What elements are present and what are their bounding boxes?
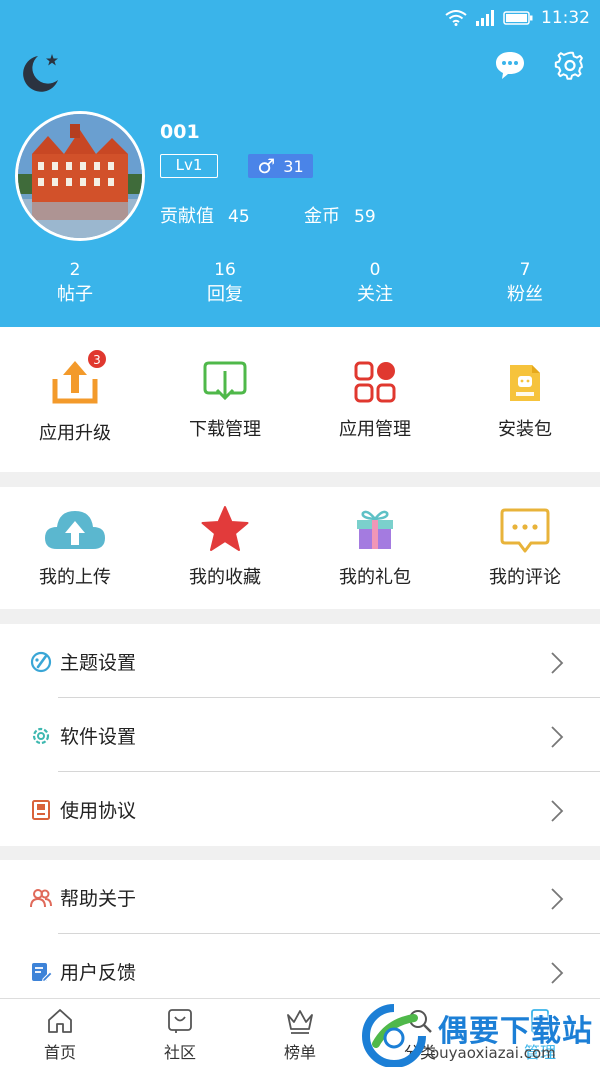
list-item-label: 主题设置 — [60, 651, 137, 674]
grid-label: 应用管理 — [339, 419, 411, 440]
count-following[interactable]: 0 关注 — [300, 258, 450, 308]
star-icon — [200, 505, 250, 553]
count-label: 粉丝 — [507, 284, 543, 305]
status-bar: 11:32 — [445, 6, 590, 30]
grid-label: 我的评论 — [489, 567, 561, 588]
app-grid-icon — [354, 361, 396, 403]
list-item-label: 软件设置 — [60, 725, 137, 748]
gear-small-icon — [32, 727, 50, 745]
agreement-icon — [32, 800, 50, 820]
count-posts[interactable]: 2 帖子 — [0, 258, 150, 308]
chevron-right-icon — [551, 652, 564, 674]
grid-label: 安装包 — [498, 419, 552, 440]
list-item-label: 帮助关于 — [60, 887, 137, 910]
chevron-right-icon — [551, 726, 564, 748]
grid-item-download-manager[interactable]: 下载管理 — [150, 327, 300, 472]
list-item-label: 用户反馈 — [60, 961, 137, 984]
wifi-icon — [445, 10, 467, 26]
count-value: 7 — [519, 260, 531, 280]
grid-item-app-manager[interactable]: 应用管理 — [300, 327, 450, 472]
grid-item-my-uploads[interactable]: 我的上传 — [0, 487, 150, 609]
download-tray-icon — [201, 359, 249, 403]
coins-stat: 金币 59 — [304, 202, 376, 228]
profile-counts: 2 帖子 16 回复 0 关注 7 粉丝 — [0, 258, 600, 308]
grid-label: 应用升级 — [39, 423, 111, 444]
contribution-label: 贡献值 — [160, 206, 214, 227]
list-item-help-about[interactable]: 帮助关于 — [0, 860, 600, 934]
gender-age-badge: ♂ 31 — [248, 154, 313, 178]
community-icon — [168, 1009, 192, 1033]
tab-home[interactable]: 首页 — [0, 999, 120, 1067]
crown-icon — [287, 1010, 313, 1034]
count-value: 0 — [369, 260, 381, 280]
upload-box-icon: 3 — [51, 349, 107, 405]
help-list: 帮助关于 用户反馈 — [0, 860, 600, 998]
tab-label: 榜单 — [283, 1043, 316, 1062]
count-value: 16 — [214, 260, 236, 280]
count-label: 关注 — [357, 284, 393, 305]
coins-label: 金币 — [304, 206, 340, 227]
status-time: 11:32 — [541, 8, 590, 28]
male-icon: ♂ — [257, 154, 276, 178]
count-label: 帖子 — [57, 284, 93, 305]
grid-item-my-gifts[interactable]: 我的礼包 — [300, 487, 450, 609]
grid-item-app-upgrade[interactable]: 3 应用升级 — [0, 327, 150, 472]
list-item-label: 使用协议 — [60, 799, 137, 822]
site-watermark: 偶要下载站 ouyaoxiazai.com — [360, 1002, 600, 1067]
grid-label: 我的上传 — [39, 567, 111, 588]
grid-label: 我的礼包 — [339, 567, 411, 588]
watermark-url: ouyaoxiazai.com — [430, 1044, 556, 1062]
username: 001 — [160, 121, 200, 143]
chevron-right-icon — [551, 800, 564, 822]
signal-icon — [476, 10, 494, 26]
contribution-stat: 贡献值 45 — [160, 202, 250, 228]
night-mode-icon[interactable] — [16, 50, 64, 94]
coins-value: 59 — [354, 207, 376, 227]
settings-list: 主题设置 软件设置 使用协议 — [0, 624, 600, 846]
grid-item-apk-packages[interactable]: 安装包 — [450, 327, 600, 472]
home-icon — [48, 1009, 72, 1033]
tab-label: 社区 — [163, 1043, 196, 1062]
my-content-grid: 我的上传 我的收藏 我的礼包 我的评论 — [0, 487, 600, 609]
count-value: 2 — [69, 260, 81, 280]
list-item-user-agreement[interactable]: 使用协议 — [0, 772, 600, 846]
feedback-icon — [32, 963, 52, 983]
tab-community[interactable]: 社区 — [120, 999, 240, 1067]
battery-icon — [503, 11, 533, 25]
app-tools-grid: 3 应用升级 下载管理 应用管理 安装包 — [0, 327, 600, 472]
level-badge: Lv1 — [160, 154, 218, 178]
grid-item-my-comments[interactable]: 我的评论 — [450, 487, 600, 609]
comment-bubble-icon — [499, 507, 551, 555]
gift-icon — [355, 509, 395, 551]
grid-label: 下载管理 — [189, 419, 261, 440]
list-item-user-feedback[interactable]: 用户反馈 — [0, 934, 600, 1008]
avatar-castle-image — [18, 114, 142, 238]
message-icon[interactable] — [494, 50, 526, 80]
count-replies[interactable]: 16 回复 — [150, 258, 300, 308]
list-item-software-settings[interactable]: 软件设置 — [0, 698, 600, 772]
chevron-right-icon — [551, 962, 564, 984]
contribution-value: 45 — [228, 207, 250, 227]
cloud-upload-icon — [43, 507, 107, 551]
apk-file-icon — [508, 363, 542, 403]
palette-icon — [30, 651, 52, 673]
tab-ranking[interactable]: 榜单 — [240, 999, 360, 1067]
avatar[interactable] — [15, 111, 145, 241]
watermark-logo-icon — [362, 1004, 426, 1067]
age-value: 31 — [283, 156, 304, 176]
grid-label: 我的收藏 — [189, 567, 261, 588]
list-item-theme-settings[interactable]: 主题设置 — [0, 624, 600, 698]
grid-item-my-favorites[interactable]: 我的收藏 — [150, 487, 300, 609]
settings-gear-icon[interactable] — [554, 50, 586, 82]
count-label: 回复 — [207, 284, 243, 305]
upgrade-count-badge: 3 — [87, 349, 107, 369]
profile-header: 11:32 001 Lv1 ♂ 31 贡献值 45 金币 59 2 帖子 16 … — [0, 0, 600, 327]
tab-label: 首页 — [43, 1043, 76, 1062]
chevron-right-icon — [551, 888, 564, 910]
people-icon — [30, 889, 52, 908]
count-fans[interactable]: 7 粉丝 — [450, 258, 600, 308]
